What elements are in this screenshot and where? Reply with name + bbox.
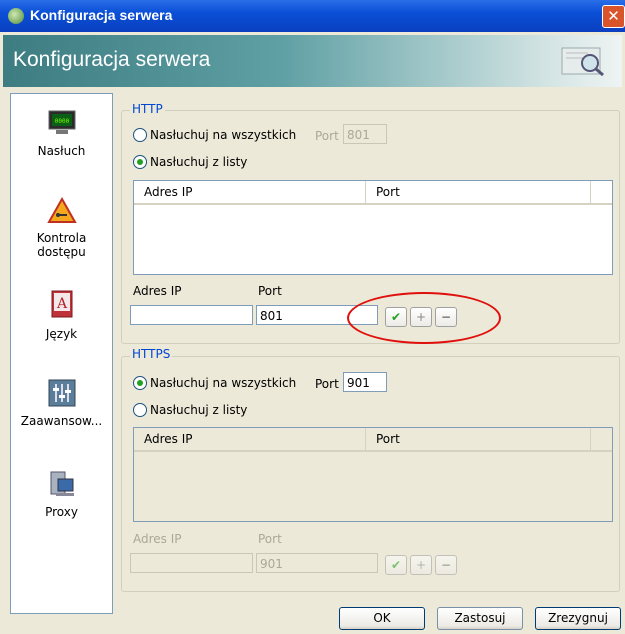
window-title: Konfiguracja serwera xyxy=(30,7,173,23)
highlight-annotation xyxy=(347,292,501,344)
radio-circle xyxy=(133,376,147,390)
http-address-table[interactable]: Adres IP Port xyxy=(133,180,613,275)
radio-label: Nasłuchuj z listy xyxy=(150,155,248,169)
https-address-table[interactable]: Adres IP Port xyxy=(133,427,613,522)
http-group-label: HTTP xyxy=(130,102,165,116)
https-port-label: Port xyxy=(315,377,339,391)
sidebar-item-proxy[interactable]: Proxy xyxy=(11,469,112,519)
radio-label: Nasłuchuj na wszystkich xyxy=(150,376,297,390)
https-confirm-button[interactable]: ✔ xyxy=(385,555,407,575)
table-header-ip[interactable]: Adres IP xyxy=(134,181,366,203)
http-port-input[interactable]: 801 xyxy=(343,124,387,144)
radio-label: Nasłuchuj z listy xyxy=(150,403,248,417)
https-remove-button[interactable]: − xyxy=(435,555,457,575)
svg-text:A: A xyxy=(55,296,67,312)
title-bar: Konfiguracja serwera ✕ xyxy=(0,0,625,32)
sidebar-item-zaawansowane[interactable]: Zaawansow... xyxy=(11,378,112,428)
sidebar-item-label: Proxy xyxy=(45,505,78,519)
https-listen-list-radio[interactable]: Nasłuchuj z listy xyxy=(133,403,247,417)
monitor-icon: 0000 xyxy=(48,110,75,134)
table-header-divider xyxy=(134,450,612,452)
cancel-button[interactable]: Zrezygnuj xyxy=(535,607,621,630)
https-new-ip-label: Adres IP xyxy=(133,532,182,546)
table-header-port[interactable]: Port xyxy=(366,428,591,450)
sidebar-item-label: Język xyxy=(45,327,78,341)
sidebar-item-kontrola[interactable]: Kontrola dostępu xyxy=(11,197,112,259)
https-add-button[interactable]: + xyxy=(410,555,432,575)
language-book-icon: A xyxy=(51,290,72,318)
sidebar-item-label: Zaawansow... xyxy=(20,414,103,428)
https-listen-all-radio[interactable]: Nasłuchuj na wszystkich xyxy=(133,376,296,390)
dialog-window: Konfiguracja serwera ✕ Konfiguracja serw… xyxy=(0,0,625,634)
computer-icon xyxy=(50,471,74,496)
ok-button[interactable]: OK xyxy=(339,607,425,630)
http-new-port-label: Port xyxy=(258,284,282,298)
table-header-divider xyxy=(134,203,612,205)
https-group-label: HTTPS xyxy=(130,347,173,361)
http-new-ip-input[interactable] xyxy=(130,305,253,325)
app-icon xyxy=(8,8,24,24)
radio-label: Nasłuchuj na wszystkich xyxy=(150,128,297,142)
sidebar-item-label: Nasłuch xyxy=(37,144,86,158)
sidebar-item-jezyk[interactable]: A Język xyxy=(11,289,112,341)
http-new-ip-label: Adres IP xyxy=(133,284,182,298)
https-new-port-input[interactable]: 901 xyxy=(256,553,378,573)
https-new-ip-input[interactable] xyxy=(130,553,253,573)
https-new-port-label: Port xyxy=(258,532,282,546)
svg-text:0000: 0000 xyxy=(54,118,69,125)
http-port-label: Port xyxy=(315,129,339,143)
warning-icon xyxy=(46,197,77,223)
header-title: Konfiguracja serwera xyxy=(13,48,211,71)
category-sidebar: 0000 Nasłuch Kontrola dostępu A Język Za… xyxy=(10,93,113,614)
sliders-icon xyxy=(48,379,75,407)
close-icon[interactable]: ✕ xyxy=(602,5,625,28)
table-header-ip[interactable]: Adres IP xyxy=(134,428,366,450)
table-header-port[interactable]: Port xyxy=(366,181,591,203)
dialog-header: Konfiguracja serwera xyxy=(3,35,622,87)
config-magnifier-icon xyxy=(561,47,604,77)
http-listen-list-radio[interactable]: Nasłuchuj z listy xyxy=(133,155,247,169)
radio-circle xyxy=(133,403,147,417)
radio-circle xyxy=(133,155,147,169)
sidebar-item-label: Kontrola dostępu xyxy=(36,231,87,259)
sidebar-item-nasluch[interactable]: 0000 Nasłuch xyxy=(11,108,112,158)
radio-circle xyxy=(133,128,147,142)
https-port-input[interactable]: 901 xyxy=(343,372,387,392)
http-listen-all-radio[interactable]: Nasłuchuj na wszystkich xyxy=(133,128,296,142)
apply-button[interactable]: Zastosuj xyxy=(437,607,523,630)
